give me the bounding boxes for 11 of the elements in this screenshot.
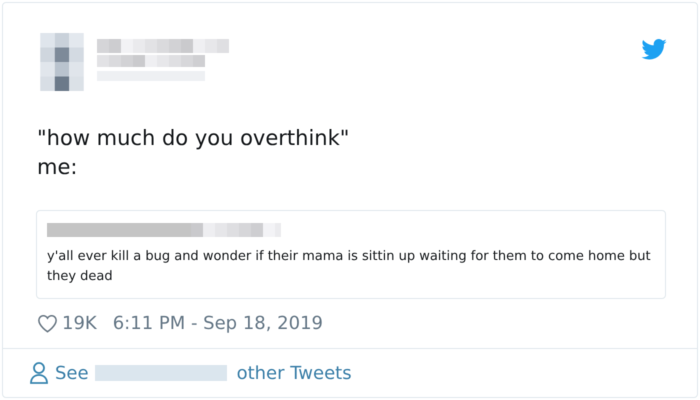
person-icon (29, 361, 49, 385)
like-count: 19K (62, 313, 97, 334)
see-link-text[interactable]: See (55, 362, 89, 384)
heart-icon[interactable] (37, 314, 58, 333)
tweet-text: "how much do you overthink" (37, 125, 350, 152)
other-tweets-link[interactable]: other Tweets (236, 362, 352, 384)
bird-icon[interactable] (641, 39, 667, 60)
quoted-tweet-text: y'all ever kill a bug and wonder if their mama is sittin up waiting for them to come home but they dead (47, 248, 652, 286)
tweet-timestamp[interactable]: 6:11 PM - Sep 18, 2019 (112, 313, 323, 334)
tweet-text: me: (37, 154, 78, 181)
quoted-tweet-card[interactable]: y'all ever kill a bug and wonder if their mama is sittin up waiting for them to come home but they dead (36, 210, 666, 299)
